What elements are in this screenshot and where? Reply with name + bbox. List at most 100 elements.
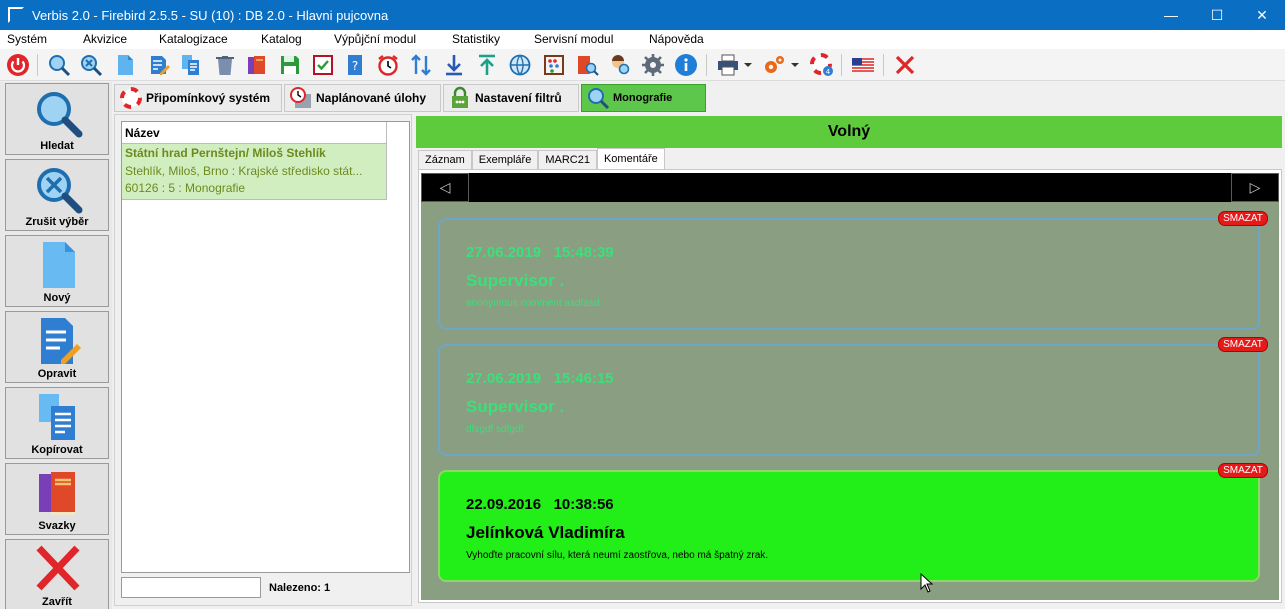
clock-calendar-icon	[290, 87, 311, 108]
comment-date: 27.06.2019 15:46:15	[466, 370, 614, 387]
trash-icon[interactable]	[212, 52, 238, 78]
volumes-button[interactable]: Svazky	[5, 463, 109, 535]
comment-card: 27.06.2019 15:46:15 Supervisor . dfsgdf …	[438, 337, 1268, 456]
found-count: Nalezeno: 1	[269, 582, 331, 594]
comment-card: 27.06.2019 15:48:39 Supervisor . anonymo…	[438, 211, 1268, 330]
book-search-icon[interactable]	[574, 52, 600, 78]
table-row[interactable]: Státní hrad Pernštejn/ Miloš Stehlík Ste…	[122, 144, 387, 200]
menu-statistiky[interactable]: Statistiky	[452, 32, 500, 46]
comment-text: dfsgdf sdfgdf	[466, 424, 524, 435]
comment-date: 22.09.2016 10:38:56	[466, 496, 614, 513]
edit-button[interactable]: Opravit	[5, 311, 109, 383]
sort-icon[interactable]	[408, 52, 434, 78]
next-arrow-icon[interactable]: ▷	[1231, 173, 1279, 202]
prev-arrow-icon[interactable]: ◁	[421, 173, 469, 202]
books-icon[interactable]	[244, 52, 270, 78]
svg-text:?: ?	[352, 59, 358, 73]
comments-list: 27.06.2019 15:48:39 Supervisor . anonymo…	[421, 202, 1279, 600]
menu-servisni-modul[interactable]: Servisní modul	[534, 32, 613, 46]
copy-icon[interactable]	[178, 52, 204, 78]
lifebuoy-tab-icon	[120, 87, 142, 109]
comment-text: Vyhoďte pracovní sílu, která neumí zaost…	[466, 550, 769, 561]
tab-label: Připomínkový systém	[146, 91, 271, 105]
new-button[interactable]: Nový	[5, 235, 109, 307]
power-icon[interactable]	[5, 52, 31, 78]
tools-gear-icon[interactable]	[761, 52, 787, 78]
clear-selection-button[interactable]: Zrušit výběr	[5, 159, 109, 231]
search-icon[interactable]	[46, 52, 72, 78]
abacus-icon[interactable]	[541, 52, 567, 78]
clear-search-icon[interactable]	[78, 52, 104, 78]
menu-napoveda[interactable]: Nápověda	[649, 32, 704, 46]
close-red-x-icon[interactable]	[892, 52, 918, 78]
close-button-label: Zavřít	[42, 596, 72, 608]
close-window-button[interactable]: ✕	[1239, 0, 1285, 30]
svg-text:4: 4	[826, 68, 831, 76]
title-bar: Verbis 2.0 - Firebird 2.5.5 - SU (10) : …	[0, 0, 1285, 30]
comment-date: 27.06.2019 15:48:39	[466, 244, 614, 261]
printer-dropdown-icon[interactable]	[742, 52, 754, 78]
comment-text: anonymous comment asdfasd	[466, 298, 600, 309]
subtab-marc21[interactable]: MARC21	[538, 150, 597, 169]
menu-katalog[interactable]: Katalog	[261, 32, 302, 46]
subtab-zaznam[interactable]: Záznam	[418, 150, 472, 169]
lifebuoy-icon[interactable]: 4	[809, 52, 835, 78]
edit-icon[interactable]	[146, 52, 172, 78]
tab-nastaveni-filtru[interactable]: Nastavení filtrů	[443, 84, 579, 112]
menu-system[interactable]: Systém	[7, 32, 47, 46]
settings-gear-icon[interactable]	[640, 52, 666, 78]
close-x-icon	[36, 545, 80, 591]
tab-monografie[interactable]: Monografie	[581, 84, 706, 112]
new-document-large-icon	[43, 242, 75, 288]
results-pane: Název Státní hrad Pernštejn/ Miloš Stehl…	[114, 114, 412, 606]
language-flag-icon[interactable]	[850, 52, 876, 78]
new-button-label: Nový	[43, 292, 71, 304]
menu-katalogizace[interactable]: Katalogizace	[159, 32, 228, 46]
tools-dropdown-icon[interactable]	[789, 52, 801, 78]
search-button[interactable]: Hledat	[5, 83, 109, 155]
mouse-cursor-icon	[920, 573, 934, 593]
checklist-icon[interactable]	[310, 52, 336, 78]
import-icon[interactable]	[441, 52, 467, 78]
alarm-clock-icon[interactable]	[375, 52, 401, 78]
app-icon	[8, 7, 24, 23]
comment-navigation: ◁ ▷	[421, 173, 1279, 202]
availability-status: Volný	[416, 116, 1282, 148]
tab-naplanovane-ulohy[interactable]: Naplánované úlohy	[284, 84, 441, 112]
menu-akvizice[interactable]: Akvizice	[83, 32, 127, 46]
tab-label: Monografie	[613, 92, 673, 104]
new-document-icon[interactable]	[112, 52, 138, 78]
edit-button-label: Opravit	[37, 368, 77, 380]
delete-comment-button[interactable]: SMAZAT	[1218, 337, 1268, 352]
export-icon[interactable]	[474, 52, 500, 78]
row-title: Státní hrad Pernštejn/ Miloš Stehlík	[125, 146, 326, 160]
magnifier-icon	[37, 92, 83, 138]
copy-documents-icon	[39, 394, 75, 440]
toolbar: ? 4	[0, 49, 1285, 81]
printer-icon[interactable]	[715, 52, 741, 78]
info-icon[interactable]	[673, 52, 699, 78]
delete-comment-button[interactable]: SMAZAT	[1218, 463, 1268, 478]
user-search-icon[interactable]	[607, 52, 633, 78]
tab-label: Naplánované úlohy	[316, 91, 427, 105]
detail-subtabs: Záznam Exempláře MARC21 Komentáře	[418, 148, 665, 170]
column-header-nazev[interactable]: Název	[122, 122, 387, 144]
close-button[interactable]: Zavřít	[5, 539, 109, 609]
comment-author: Jelínková Vladimíra	[466, 523, 625, 542]
results-grid: Název Státní hrad Pernštejn/ Miloš Stehl…	[121, 121, 410, 573]
tab-pripominkovy-system[interactable]: Připomínkový systém	[114, 84, 282, 112]
copy-button[interactable]: Kopírovat	[5, 387, 109, 459]
save-icon[interactable]	[277, 52, 303, 78]
books-large-icon	[39, 472, 75, 515]
minimize-button[interactable]: —	[1148, 0, 1194, 30]
delete-comment-button[interactable]: SMAZAT	[1218, 211, 1268, 226]
menu-vypujcni-modul[interactable]: Výpůjční modul	[334, 32, 416, 46]
subtab-komentare[interactable]: Komentáře	[596, 148, 665, 169]
subtab-exemplare[interactable]: Exempláře	[471, 150, 539, 169]
globe-icon[interactable]	[507, 52, 533, 78]
tab-label: Nastavení filtrů	[475, 91, 562, 105]
maximize-button[interactable]: ☐	[1194, 0, 1240, 30]
help-book-icon[interactable]: ?	[342, 52, 368, 78]
quick-search-input[interactable]	[121, 577, 261, 598]
comment-author: Supervisor .	[466, 397, 565, 416]
